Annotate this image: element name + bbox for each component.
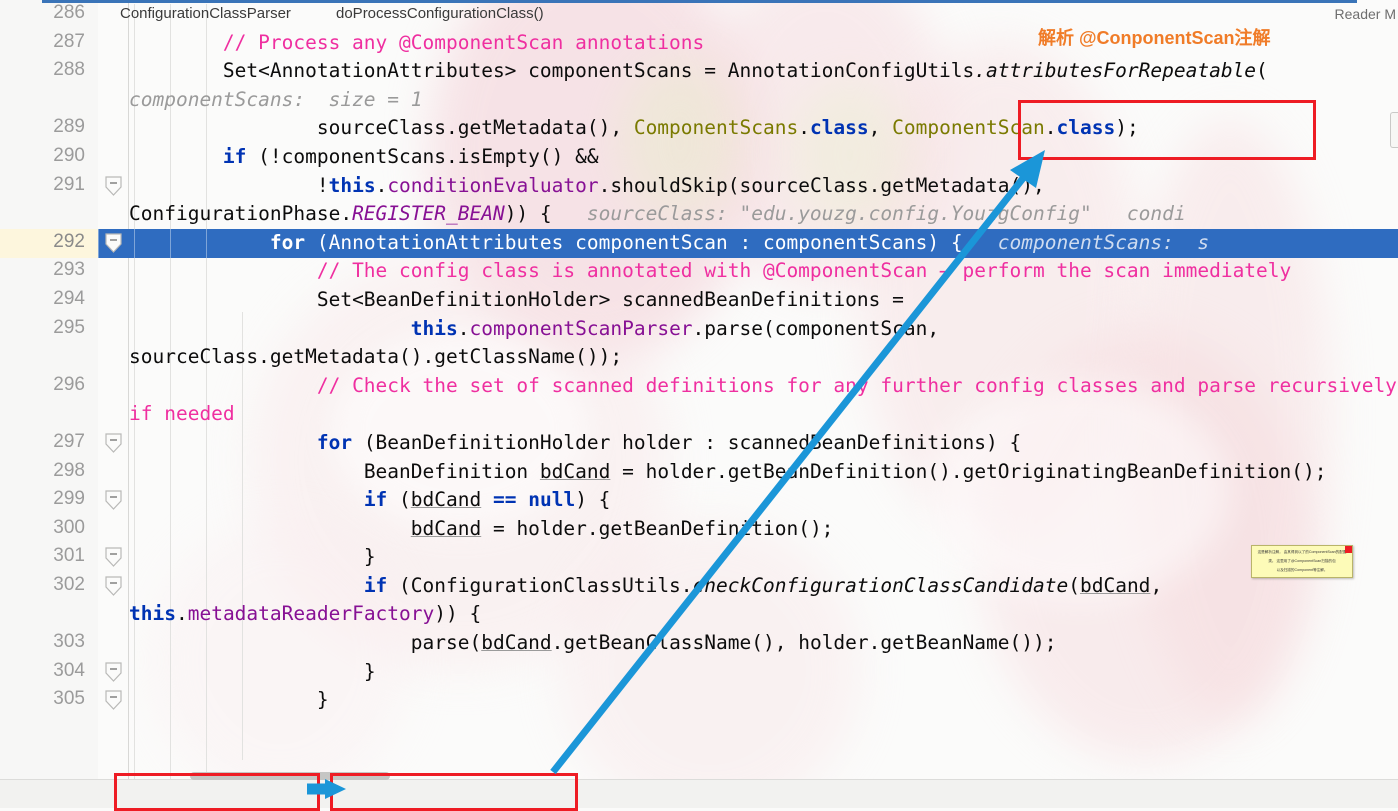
code-line-293[interactable]: // The config class is annotated with @C… [129, 257, 1398, 286]
code-fold-toggle-icon[interactable] [105, 690, 122, 710]
code-line-303[interactable]: parse(bdCand.getBeanClassName(), holder.… [129, 629, 1398, 658]
line-number: 299 [53, 488, 85, 509]
reader-mode-label[interactable]: Reader M [1335, 6, 1396, 22]
line-number: 305 [53, 688, 85, 709]
code-line-292[interactable]: for (AnnotationAttributes componentScan … [129, 229, 1398, 258]
red-highlight-box-breadcrumb-method [330, 773, 578, 811]
breadcrumb-item-class[interactable]: ConfigurationClassParser [120, 4, 291, 24]
code-line-302[interactable]: if (ConfigurationClassUtils.checkConfigu… [129, 572, 1398, 629]
sticky-note-line-2: 类。 这里用了@ComponentScan扫描的包 [1268, 559, 1336, 564]
top-blue-rule [42, 0, 1357, 3]
code-fold-toggle-icon[interactable] [105, 662, 122, 682]
code-line-295[interactable]: this.componentScanParser.parse(component… [129, 315, 1398, 372]
code-fold-toggle-icon[interactable] [105, 433, 122, 453]
sticky-note-line-1: 这是解析注解， 由其得到以了的ComponentScan的配置 [1257, 550, 1347, 554]
red-highlight-box-breadcrumb-class [114, 773, 320, 811]
code-line-304[interactable]: } [129, 658, 1398, 687]
line-number: 300 [53, 517, 85, 538]
line-number: 293 [53, 259, 85, 280]
line-number: 290 [53, 145, 85, 166]
code-fold-toggle-icon[interactable] [105, 490, 122, 510]
line-number: 289 [53, 116, 85, 137]
sticky-note-line-3: 以及扫描的Component等注解。 [1276, 568, 1328, 573]
code-line-305[interactable]: } [129, 686, 1398, 715]
code-line-299[interactable]: if (bdCand == null) { [129, 486, 1398, 515]
line-number: 295 [53, 317, 85, 338]
line-number: 298 [53, 460, 85, 481]
code-line-294[interactable]: Set<BeanDefinitionHolder> scannedBeanDef… [129, 286, 1398, 315]
code-line-297[interactable]: for (BeanDefinitionHolder holder : scann… [129, 429, 1398, 458]
code-fold-toggle-icon[interactable] [105, 176, 122, 196]
right-edge-hint-popup[interactable] [1390, 112, 1398, 148]
line-number: 288 [53, 59, 85, 80]
code-line-298[interactable]: BeanDefinition bdCand = holder.getBeanDe… [129, 458, 1398, 487]
line-number: 291 [53, 174, 85, 195]
line-number: 292 [53, 231, 85, 252]
code-fold-toggle-icon[interactable] [105, 576, 122, 596]
code-line-296[interactable]: // Check the set of scanned definitions … [129, 372, 1398, 429]
line-number: 301 [53, 545, 85, 566]
sticky-note-close-icon[interactable] [1345, 546, 1352, 553]
sticky-note[interactable]: 这是解析注解， 由其得到以了的ComponentScan的配置 类。 这里用了@… [1251, 545, 1353, 578]
red-highlight-box-componentscan-class [1018, 100, 1316, 160]
line-number: 297 [53, 431, 85, 452]
line-number: 296 [53, 374, 85, 395]
code-line-301[interactable]: } [129, 543, 1398, 572]
breadcrumb-item-method[interactable]: doProcessConfigurationClass() [336, 4, 544, 24]
line-number: 304 [53, 660, 85, 681]
line-number: 294 [53, 288, 85, 309]
line-number: 286 [53, 2, 85, 23]
line-number: 303 [53, 631, 85, 652]
code-line-291[interactable]: !this.conditionEvaluator.shouldSkip(sour… [129, 172, 1398, 229]
chinese-annotation-label: 解析 @ConponentScan注解 [1038, 28, 1271, 48]
code-line-300[interactable]: bdCand = holder.getBeanDefinition(); [129, 515, 1398, 544]
code-fold-toggle-icon[interactable] [105, 233, 122, 253]
line-number: 287 [53, 31, 85, 52]
line-number: 302 [53, 574, 85, 595]
code-fold-toggle-icon[interactable] [105, 547, 122, 567]
